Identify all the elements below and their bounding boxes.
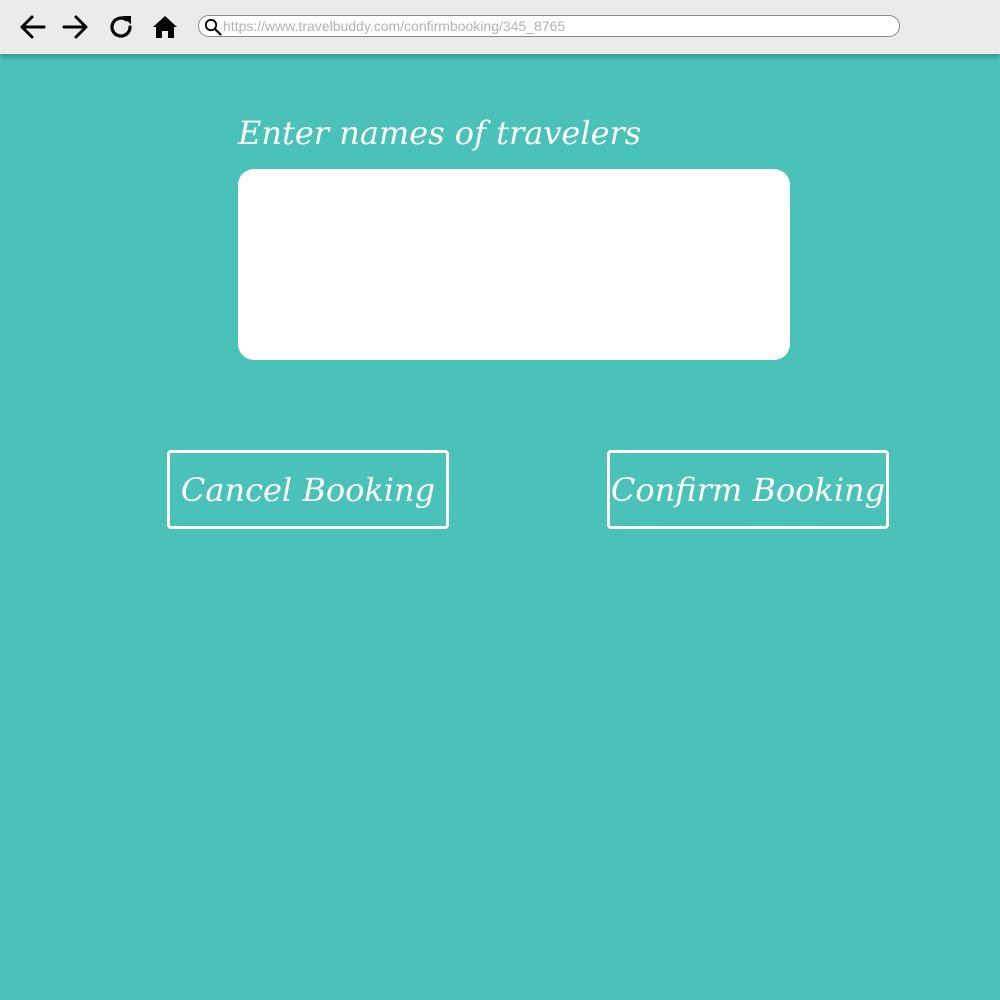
confirm-booking-button[interactable]: Confirm Booking — [607, 450, 889, 529]
reload-icon — [110, 16, 132, 38]
travelers-names-input[interactable] — [238, 169, 790, 360]
home-icon — [153, 16, 177, 38]
search-icon — [204, 18, 222, 36]
address-bar[interactable]: https://www.travelbuddy.com/confirmbooki… — [198, 15, 900, 37]
page-content: Enter names of travelers Cancel Booking … — [0, 54, 1000, 1000]
url-text: https://www.travelbuddy.com/confirmbooki… — [223, 18, 566, 34]
cancel-booking-button[interactable]: Cancel Booking — [167, 450, 449, 529]
reload-button[interactable] — [104, 10, 138, 44]
arrow-right-icon — [62, 15, 88, 39]
travelers-label: Enter names of travelers — [238, 114, 642, 152]
back-button[interactable] — [16, 10, 50, 44]
browser-toolbar: https://www.travelbuddy.com/confirmbooki… — [0, 0, 1000, 54]
home-button[interactable] — [148, 10, 182, 44]
arrow-left-icon — [20, 15, 46, 39]
forward-button[interactable] — [58, 10, 92, 44]
